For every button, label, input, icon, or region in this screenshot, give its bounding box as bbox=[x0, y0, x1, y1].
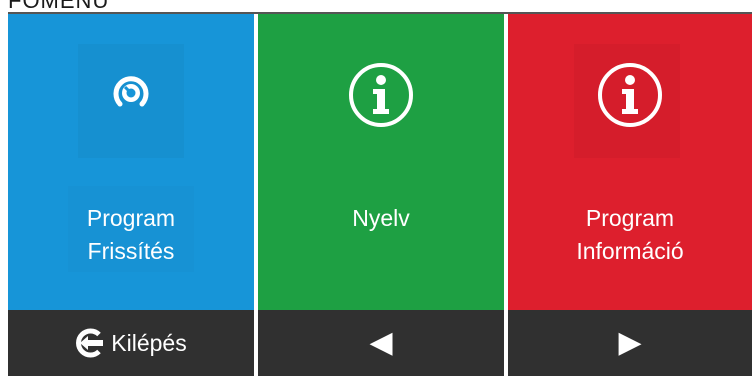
previous-button[interactable]: ◀ bbox=[258, 310, 504, 376]
info-icon bbox=[349, 63, 413, 127]
program-info-button[interactable]: Program Információ bbox=[508, 14, 752, 310]
program-info-label: Program Információ bbox=[508, 202, 752, 268]
program-update-button[interactable]: Program Frissítés bbox=[8, 14, 254, 310]
column-separator bbox=[504, 14, 508, 376]
info-icon bbox=[598, 63, 662, 127]
next-button[interactable]: ▶ bbox=[508, 310, 752, 376]
label-line-1: Nyelv bbox=[352, 205, 410, 231]
label-line-2: Információ bbox=[576, 238, 684, 264]
exit-arrow-icon bbox=[76, 328, 104, 358]
exit-button[interactable]: Kilépés bbox=[8, 310, 254, 376]
label-line-1: Program bbox=[585, 205, 675, 231]
exit-label: Kilépés bbox=[111, 329, 187, 356]
label-line-2: Frissítés bbox=[87, 238, 175, 264]
update-gauge-icon bbox=[113, 76, 149, 107]
column-separator bbox=[254, 14, 258, 376]
arrow-right-icon: ▶ bbox=[618, 326, 642, 359]
language-button[interactable]: Nyelv bbox=[258, 14, 504, 310]
language-label: Nyelv bbox=[258, 202, 504, 235]
program-update-label: Program Frissítés bbox=[8, 202, 254, 268]
label-line-1: Program bbox=[86, 205, 176, 231]
page-title: FŐMENÜ bbox=[8, 0, 110, 13]
arrow-left-icon: ◀ bbox=[369, 326, 393, 359]
